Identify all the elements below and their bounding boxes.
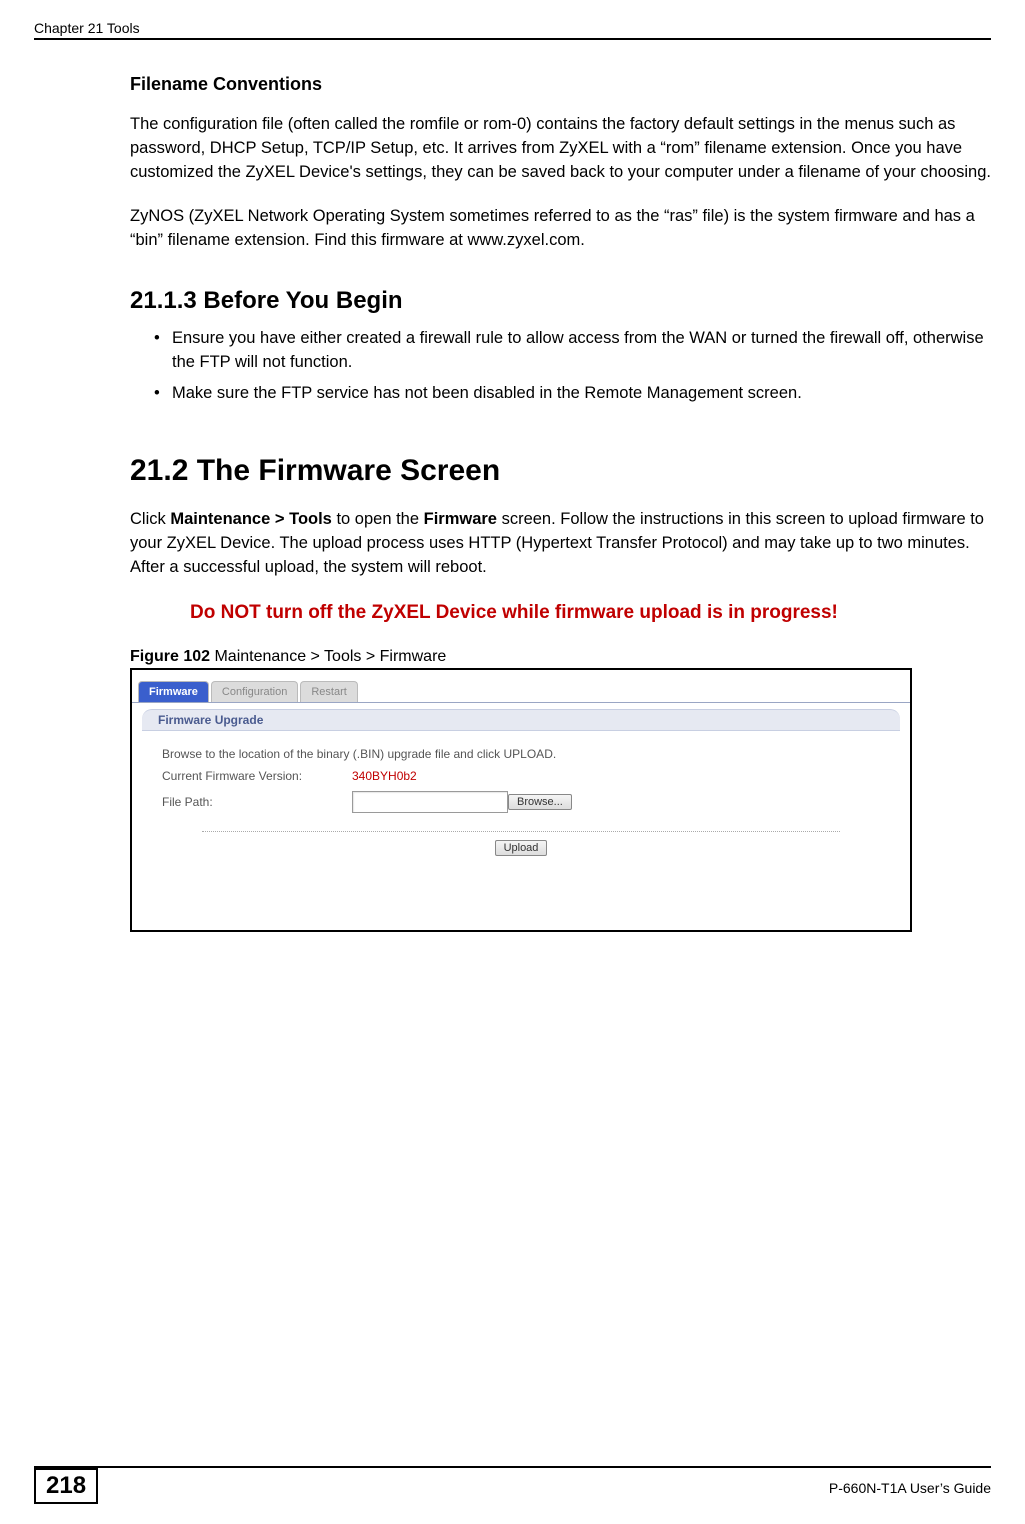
tab-restart[interactable]: Restart bbox=[300, 681, 357, 702]
page-number: 218 bbox=[34, 1468, 98, 1504]
filename-conventions-para2: ZyNOS (ZyXEL Network Operating System so… bbox=[130, 205, 991, 253]
page-header: Chapter 21 Tools bbox=[34, 20, 991, 40]
panel-title: Firmware Upgrade bbox=[142, 709, 900, 731]
before-you-begin-heading: 21.1.3 Before You Begin bbox=[130, 287, 991, 315]
figure-caption: Figure 102 Maintenance > Tools > Firmwar… bbox=[130, 648, 991, 666]
file-path-label: File Path: bbox=[162, 795, 352, 809]
browse-button[interactable]: Browse... bbox=[508, 794, 572, 810]
current-version-label: Current Firmware Version: bbox=[162, 769, 352, 783]
firmware-screen-intro: Click Maintenance > Tools to open the Fi… bbox=[130, 508, 991, 580]
list-item: Ensure you have either created a firewal… bbox=[154, 327, 991, 375]
current-version-value: 340BYH0b2 bbox=[352, 769, 417, 783]
filename-conventions-title: Filename Conventions bbox=[130, 74, 991, 95]
before-you-begin-list: Ensure you have either created a firewal… bbox=[154, 327, 991, 407]
file-path-input[interactable] bbox=[352, 791, 508, 813]
firmware-warning: Do NOT turn off the ZyXEL Device while f… bbox=[190, 600, 991, 626]
tab-configuration[interactable]: Configuration bbox=[211, 681, 298, 702]
list-item: Make sure the FTP service has not been d… bbox=[154, 382, 991, 406]
guide-name: P-660N-T1A User’s Guide bbox=[829, 1480, 991, 1496]
chapter-label: Chapter 21 Tools bbox=[34, 20, 140, 36]
filename-conventions-para1: The configuration file (often called the… bbox=[130, 113, 991, 185]
upload-button[interactable]: Upload bbox=[495, 840, 548, 856]
firmware-screenshot: Firmware Configuration Restart Firmware … bbox=[130, 668, 912, 932]
page-footer: 218 P-660N-T1A User’s Guide bbox=[34, 1466, 991, 1504]
tab-firmware[interactable]: Firmware bbox=[138, 681, 209, 702]
upgrade-instruction: Browse to the location of the binary (.B… bbox=[162, 747, 556, 761]
firmware-screen-heading: 21.2 The Firmware Screen bbox=[130, 454, 991, 488]
